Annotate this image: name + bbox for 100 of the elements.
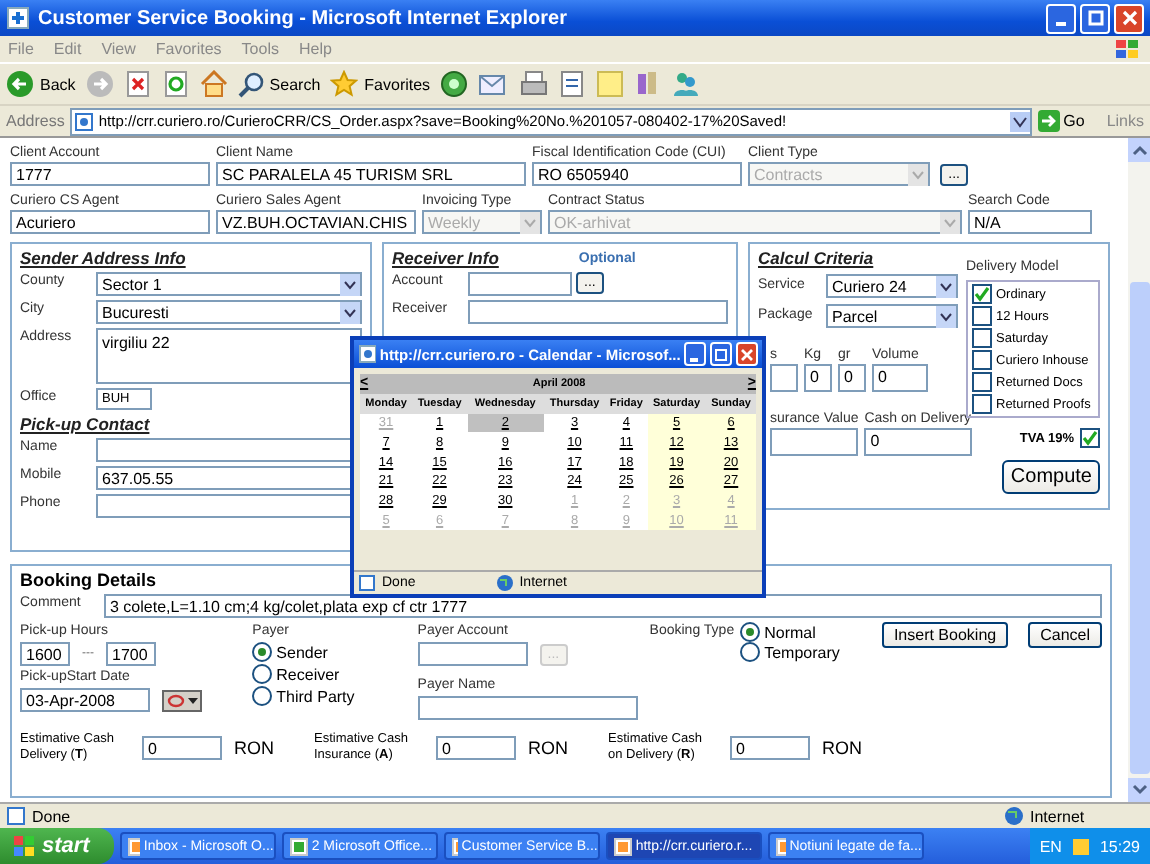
back-button[interactable]: Back xyxy=(6,70,76,98)
text-field[interactable]: VZ.BUH.OCTAVIAN.CHIS xyxy=(216,210,416,234)
dropdown[interactable]: Sector 1 xyxy=(96,272,362,296)
radio-button[interactable] xyxy=(740,642,761,662)
dropdown[interactable]: Parcel xyxy=(826,304,958,328)
maximize-icon xyxy=(714,347,729,361)
document-icon[interactable] xyxy=(558,70,587,98)
currency-label: RON xyxy=(528,738,568,758)
address-label: Address xyxy=(6,112,65,130)
radio-button[interactable] xyxy=(252,642,273,662)
windows-flag-icon xyxy=(12,834,36,858)
currency-label: RON xyxy=(234,738,274,758)
globe-icon xyxy=(495,574,514,592)
close-icon xyxy=(1121,10,1137,26)
payer-account-field[interactable] xyxy=(417,642,528,666)
maximize-icon xyxy=(1087,10,1103,26)
minimize-button[interactable] xyxy=(684,342,707,366)
radio-button[interactable] xyxy=(252,686,273,706)
search-button[interactable]: Search xyxy=(237,71,321,97)
app-icon xyxy=(775,837,786,855)
hour-field[interactable]: 1600 xyxy=(20,642,70,666)
scrollbar[interactable] xyxy=(1128,138,1150,802)
go-arrow-icon xyxy=(1037,110,1060,132)
text-field[interactable]: RO 6505940 xyxy=(532,162,742,186)
section-title: Receiver Info xyxy=(392,248,499,268)
checkbox[interactable] xyxy=(1080,428,1100,448)
form-button[interactable]: Insert Booking xyxy=(881,622,1009,648)
number-field[interactable]: 0 xyxy=(804,364,832,392)
number-field[interactable] xyxy=(770,364,798,392)
cash-field[interactable]: 0 xyxy=(864,428,972,456)
clock: 15:29 xyxy=(1099,837,1140,855)
estimate-field[interactable]: 0 xyxy=(730,736,810,760)
text-field[interactable]: 1777 xyxy=(10,162,210,186)
radio-label: Third Party xyxy=(276,687,355,705)
page-icon xyxy=(358,574,376,592)
checkbox[interactable] xyxy=(972,306,992,326)
radio-label: Sender xyxy=(276,643,328,661)
checkbox[interactable] xyxy=(972,350,992,370)
printer-icon[interactable] xyxy=(520,70,549,98)
number-field[interactable]: 0 xyxy=(838,364,866,392)
text-field[interactable]: N/A xyxy=(968,210,1092,234)
app-icon xyxy=(289,837,308,855)
radio-label: Normal xyxy=(764,623,816,641)
app-icon xyxy=(613,837,632,855)
checkbox[interactable] xyxy=(972,328,992,348)
maximize-button[interactable] xyxy=(1080,3,1110,33)
mail-icon[interactable] xyxy=(478,70,511,98)
currency-label: RON xyxy=(822,738,862,758)
radio-label: Receiver xyxy=(276,665,340,683)
dropdown-arrow-icon[interactable] xyxy=(1009,111,1030,131)
checkbox[interactable] xyxy=(972,284,992,304)
compute-button[interactable]: Compute xyxy=(1002,460,1100,494)
home-icon[interactable] xyxy=(199,70,228,98)
page-icon xyxy=(358,344,376,364)
star-icon xyxy=(330,70,359,98)
window-title: Customer Service Booking - Microsoft Internet Explorer xyxy=(38,7,567,29)
checkbox[interactable] xyxy=(972,372,992,392)
app-icon xyxy=(127,837,140,855)
section-title: Booking Details xyxy=(20,570,157,590)
radio-button[interactable] xyxy=(740,622,761,642)
date-field[interactable]: 03-Apr-2008 xyxy=(20,688,150,712)
hour-field[interactable]: 1700 xyxy=(106,642,156,666)
account-field[interactable] xyxy=(468,272,572,296)
globe-icon xyxy=(1004,806,1024,826)
maximize-button[interactable] xyxy=(710,342,733,366)
section-title: Calcul Criteria xyxy=(758,248,876,268)
section-title: Sender Address Info xyxy=(20,248,188,268)
radio-label: Temporary xyxy=(764,643,840,661)
receiver-field[interactable] xyxy=(468,300,728,324)
text-field[interactable]: SC PARALELA 45 TURISM SRL xyxy=(216,162,526,186)
payer-name-field[interactable] xyxy=(417,696,638,720)
estimate-field[interactable]: 0 xyxy=(436,736,516,760)
address-field[interactable]: virgiliu 22 xyxy=(96,328,362,384)
radio-button[interactable] xyxy=(252,664,273,684)
favorites-button[interactable]: Favorites xyxy=(330,70,431,98)
browser-icon xyxy=(6,6,30,30)
close-icon xyxy=(740,347,755,361)
form-button[interactable]: Cancel xyxy=(1028,622,1102,648)
stop-icon[interactable] xyxy=(123,70,152,98)
estimate-field[interactable]: 0 xyxy=(142,736,222,760)
insurance-field[interactable] xyxy=(770,428,859,456)
calendar-button[interactable] xyxy=(162,689,202,711)
number-field[interactable]: 0 xyxy=(872,364,928,392)
close-button[interactable] xyxy=(1114,3,1144,33)
comment-field[interactable]: 3 colete,L=1.10 cm;4 kg/colet,plata exp cf ctr 1777 xyxy=(104,594,1102,618)
checkbox[interactable] xyxy=(972,394,992,414)
app-icon xyxy=(451,837,458,855)
page-icon xyxy=(6,806,26,826)
zone-text: Internet xyxy=(1004,806,1144,826)
windows-flag-icon xyxy=(1114,37,1142,61)
calendar-dropdown-icon xyxy=(166,691,198,709)
messenger-icon[interactable] xyxy=(672,70,701,98)
go-button[interactable]: Go xyxy=(1037,110,1085,132)
dropdown[interactable]: Curiero 24 xyxy=(826,274,958,298)
refresh-icon[interactable] xyxy=(161,70,190,98)
close-button[interactable] xyxy=(736,342,759,366)
minimize-button[interactable] xyxy=(1046,3,1076,33)
dropdown[interactable]: Bucuresti xyxy=(96,300,362,324)
text-field[interactable]: Acuriero xyxy=(10,210,210,234)
media-icon[interactable] xyxy=(440,70,469,98)
